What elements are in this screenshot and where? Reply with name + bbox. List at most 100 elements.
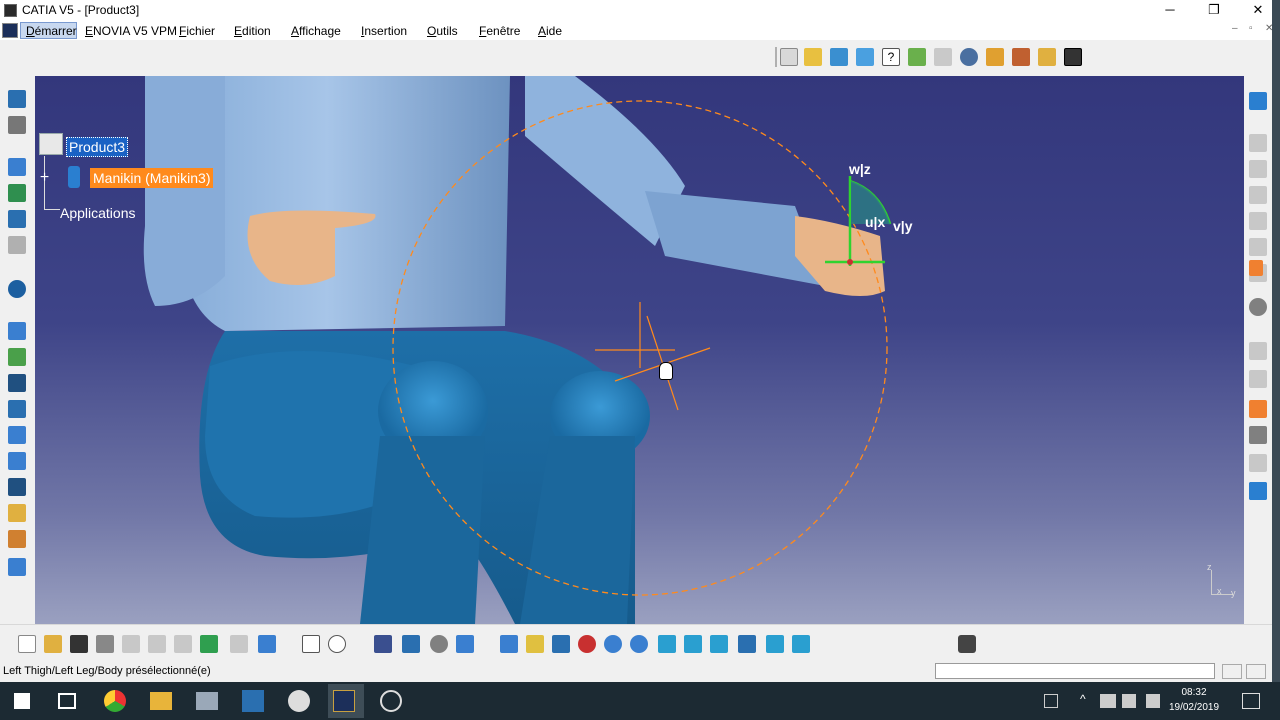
mdi-restore-button[interactable]: ▫	[1249, 23, 1253, 34]
layer-icon[interactable]	[456, 635, 474, 653]
pose-4-icon[interactable]	[1249, 212, 1267, 230]
menu-insertion[interactable]: Insertion	[361, 24, 407, 38]
tools-icon[interactable]	[934, 48, 952, 66]
tree-node-manikin[interactable]: Manikin (Manikin3)	[90, 168, 214, 188]
minimize-button[interactable]: ─	[1148, 0, 1192, 21]
toolbar-grip[interactable]	[775, 47, 777, 67]
zoom-out-icon[interactable]	[630, 635, 648, 653]
app-icon-1[interactable]	[196, 692, 218, 710]
folder-back-icon[interactable]	[1038, 48, 1056, 66]
tree-node-applications[interactable]: Applications	[60, 205, 136, 221]
formula-icon[interactable]	[302, 635, 320, 653]
ik-icon[interactable]	[8, 348, 26, 366]
tree-icon[interactable]	[402, 635, 420, 653]
app-icon-2[interactable]	[242, 690, 264, 712]
swap-icon[interactable]	[8, 504, 26, 522]
network-icon[interactable]	[1100, 694, 1116, 708]
camera-icon[interactable]	[958, 635, 976, 653]
ruler-icon[interactable]	[8, 236, 26, 254]
menu-edition[interactable]: Edition	[234, 24, 271, 38]
figures-icon[interactable]	[1012, 48, 1030, 66]
paste-icon[interactable]	[174, 635, 192, 653]
fly-icon[interactable]	[500, 635, 518, 653]
gestures-icon[interactable]	[986, 48, 1004, 66]
anthropometry-icon[interactable]	[804, 48, 822, 66]
catia-taskbar-icon[interactable]	[333, 690, 355, 712]
pose-1-icon[interactable]	[1249, 134, 1267, 152]
save-icon[interactable]	[70, 635, 88, 653]
rotate-icon[interactable]	[578, 635, 596, 653]
film-icon[interactable]	[8, 374, 26, 392]
catalog-icon[interactable]	[8, 426, 26, 444]
catia-menu-icon[interactable]	[2, 23, 18, 38]
sequence-icon[interactable]	[8, 478, 26, 496]
copy-icon[interactable]	[148, 635, 166, 653]
ik-chain-icon[interactable]	[8, 452, 26, 470]
settings-gear-icon[interactable]	[288, 690, 310, 712]
save-icon[interactable]	[1064, 48, 1082, 66]
zoom-in-icon[interactable]	[604, 635, 622, 653]
normal-view-icon[interactable]	[658, 635, 676, 653]
figure-2-icon[interactable]	[1249, 454, 1267, 472]
hand-icon[interactable]	[8, 530, 26, 548]
standard-pose-icon[interactable]	[1249, 92, 1267, 110]
tree-node-product[interactable]: Product3	[66, 137, 129, 157]
table-icon[interactable]	[830, 48, 848, 66]
task-view-icon[interactable]	[58, 693, 76, 709]
posture-icon[interactable]	[856, 48, 874, 66]
reach-target-icon[interactable]	[1249, 370, 1267, 388]
menu-outils[interactable]: Outils	[427, 24, 458, 38]
pan-icon[interactable]	[552, 635, 570, 653]
gear-hand-icon[interactable]	[1249, 298, 1267, 316]
pose-3-icon[interactable]	[1249, 186, 1267, 204]
chrome-icon[interactable]	[104, 690, 126, 712]
eye-icon[interactable]	[960, 48, 978, 66]
show-hidden-icons[interactable]: ^	[1080, 692, 1086, 706]
group-figure-icon[interactable]	[1249, 482, 1267, 500]
tool-icon[interactable]	[1249, 426, 1267, 444]
orange-figure-icon[interactable]	[1249, 400, 1267, 418]
cube-icon[interactable]	[8, 558, 26, 576]
grip-icon[interactable]	[1249, 342, 1267, 360]
windows-start-icon[interactable]	[14, 693, 30, 709]
gear-icon[interactable]	[430, 635, 448, 653]
vision-icon[interactable]	[908, 48, 926, 66]
group-icon[interactable]	[8, 400, 26, 418]
reach-icon[interactable]	[8, 322, 26, 340]
clock-time[interactable]: 08:32	[1164, 687, 1224, 698]
pose-2-icon[interactable]	[1249, 160, 1267, 178]
cut-icon[interactable]	[122, 635, 140, 653]
wifi-icon[interactable]	[1122, 694, 1136, 708]
anchor-icon[interactable]	[8, 210, 26, 228]
swap-visible-icon[interactable]	[766, 635, 784, 653]
3d-viewport[interactable]: Product3 + Manikin (Manikin3) Applicatio…	[35, 76, 1244, 624]
menu-fenetre[interactable]: Fenêtre	[479, 24, 520, 38]
manikin-walk-icon[interactable]	[8, 116, 26, 134]
volume-icon[interactable]	[1146, 694, 1160, 708]
product-icon[interactable]	[39, 133, 63, 155]
notifications-icon[interactable]	[1242, 693, 1260, 709]
table-icon[interactable]	[374, 635, 392, 653]
restore-button[interactable]: ❐	[1192, 0, 1236, 21]
render-icon[interactable]	[792, 635, 810, 653]
fit-all-icon[interactable]	[526, 635, 544, 653]
print-icon[interactable]	[96, 635, 114, 653]
menu-fichier[interactable]: Fichier	[179, 24, 215, 38]
iso-view-icon[interactable]	[684, 635, 702, 653]
file-explorer-icon[interactable]	[150, 692, 172, 710]
menu-affichage[interactable]: Affichage	[291, 24, 341, 38]
expand-plus-icon[interactable]: +	[38, 170, 51, 186]
fix-icon[interactable]	[8, 184, 26, 202]
clock-date[interactable]: 19/02/2019	[1164, 702, 1224, 713]
help-query-icon[interactable]: ?	[882, 48, 900, 66]
menu-demarrer[interactable]: Démarrer	[26, 24, 77, 38]
open-icon[interactable]	[44, 635, 62, 653]
status-button-1[interactable]	[1222, 664, 1242, 679]
mdi-minimize-button[interactable]: –	[1232, 23, 1238, 34]
new-icon[interactable]	[18, 635, 36, 653]
insert-manikin-icon[interactable]	[780, 48, 798, 66]
people-icon[interactable]	[1044, 694, 1058, 708]
menu-aide[interactable]: Aide	[538, 24, 562, 38]
whats-this-icon[interactable]	[258, 635, 276, 653]
status-button-2[interactable]	[1246, 664, 1266, 679]
